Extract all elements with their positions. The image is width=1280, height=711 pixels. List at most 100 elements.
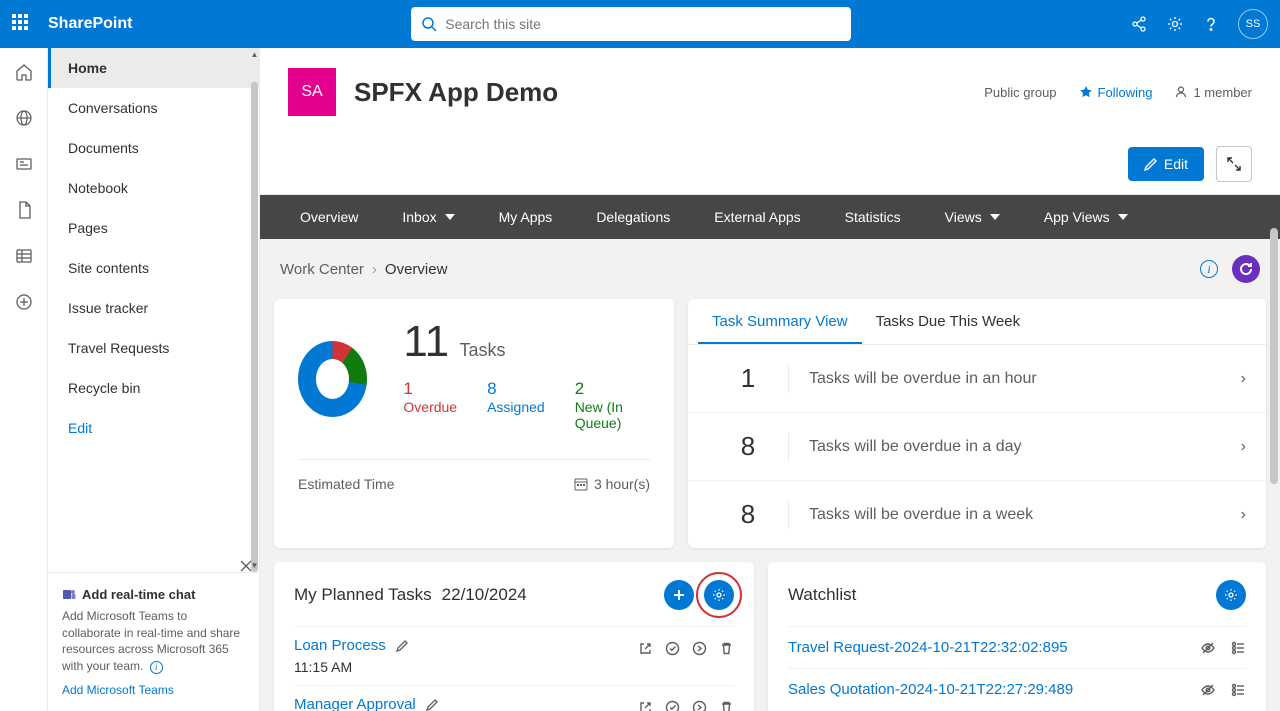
info-icon[interactable]: i xyxy=(150,661,163,674)
edit-button[interactable]: Edit xyxy=(1128,147,1204,181)
tab-due-this-week[interactable]: Tasks Due This Week xyxy=(862,299,1035,344)
avatar[interactable]: SS xyxy=(1238,9,1268,39)
stat-new[interactable]: 2New (In Queue) xyxy=(575,379,650,431)
nav-pages[interactable]: Pages xyxy=(48,208,259,248)
chevron-down-icon xyxy=(990,214,1000,220)
task-actions xyxy=(638,641,734,656)
open-external-icon[interactable] xyxy=(638,700,653,711)
watchlist-item[interactable]: Sales Quotation-2024-10-21T22:27:29:489 xyxy=(788,681,1200,698)
details-icon[interactable] xyxy=(1230,682,1246,698)
tab-my-apps[interactable]: My Apps xyxy=(477,195,575,239)
tab-app-views[interactable]: App Views xyxy=(1022,195,1150,239)
chevron-down-icon xyxy=(445,214,455,220)
content-area: SA SPFX App Demo Public group Following … xyxy=(260,48,1280,711)
stat-assigned[interactable]: 8Assigned xyxy=(487,379,545,431)
stat-overdue[interactable]: 1Overdue xyxy=(403,379,457,431)
pencil-icon[interactable] xyxy=(426,698,439,711)
app-launcher-icon[interactable] xyxy=(12,14,32,34)
tab-delegations[interactable]: Delegations xyxy=(574,195,692,239)
summary-text: Tasks will be overdue in a day xyxy=(809,438,1241,456)
nav-documents[interactable]: Documents xyxy=(48,128,259,168)
list-icon[interactable] xyxy=(14,246,34,266)
total-tasks-label: Tasks xyxy=(460,340,506,360)
fullscreen-icon[interactable] xyxy=(1216,146,1252,182)
arrow-circle-icon[interactable] xyxy=(692,700,707,711)
summary-row[interactable]: 8 Tasks will be overdue in a day › xyxy=(688,413,1266,481)
check-circle-icon[interactable] xyxy=(665,641,680,656)
breadcrumb-current: Overview xyxy=(385,261,448,278)
realtime-title: Add real-time chat xyxy=(62,587,245,602)
nav-site-contents[interactable]: Site contents xyxy=(48,248,259,288)
nav-issue-tracker[interactable]: Issue tracker xyxy=(48,288,259,328)
nav-conversations[interactable]: Conversations xyxy=(48,88,259,128)
members-button[interactable]: 1 member xyxy=(1174,85,1252,100)
arrow-circle-icon[interactable] xyxy=(692,641,707,656)
tab-views[interactable]: Views xyxy=(923,195,1022,239)
unwatch-icon[interactable] xyxy=(1200,682,1216,698)
estimated-time-value: 3 hour(s) xyxy=(574,476,650,492)
scroll-up-icon[interactable]: ▲ xyxy=(250,50,259,59)
open-external-icon[interactable] xyxy=(638,641,653,656)
task-name[interactable]: Manager Approval xyxy=(294,696,439,711)
watchlist-title: Watchlist xyxy=(788,585,856,605)
site-title: SPFX App Demo xyxy=(354,77,558,108)
nav-edit[interactable]: Edit xyxy=(48,408,259,448)
trash-icon[interactable] xyxy=(719,641,734,656)
tab-inbox[interactable]: Inbox xyxy=(380,195,476,239)
news-icon[interactable] xyxy=(14,154,34,174)
search-box[interactable] xyxy=(411,7,851,41)
realtime-link[interactable]: Add Microsoft Teams xyxy=(62,683,245,697)
chevron-down-icon xyxy=(1118,214,1128,220)
scroll-thumb[interactable] xyxy=(251,82,258,572)
nav-notebook[interactable]: Notebook xyxy=(48,168,259,208)
settings-icon[interactable] xyxy=(1166,15,1184,33)
close-icon[interactable] xyxy=(239,559,253,573)
pencil-icon[interactable] xyxy=(396,639,409,652)
summary-count: 8 xyxy=(708,431,788,462)
add-task-button[interactable] xyxy=(664,580,694,610)
task-row: Loan Process 11:15 AM xyxy=(294,626,734,685)
check-circle-icon[interactable] xyxy=(665,700,680,711)
summary-row[interactable]: 1 Tasks will be overdue in an hour › xyxy=(688,345,1266,413)
help-icon[interactable] xyxy=(1202,15,1220,33)
task-time: 11:15 AM xyxy=(294,659,638,675)
share-icon[interactable] xyxy=(1130,15,1148,33)
realtime-desc: Add Microsoft Teams to collaborate in re… xyxy=(62,608,245,675)
nav-recycle-bin[interactable]: Recycle bin xyxy=(48,368,259,408)
file-icon[interactable] xyxy=(14,200,34,220)
planned-date: 22/10/2024 xyxy=(442,585,527,605)
content-scroll-thumb[interactable] xyxy=(1270,228,1278,484)
reload-button[interactable] xyxy=(1232,255,1260,283)
breadcrumb-root[interactable]: Work Center xyxy=(280,261,364,278)
tab-overview[interactable]: Overview xyxy=(278,195,380,239)
tab-task-summary[interactable]: Task Summary View xyxy=(698,299,862,344)
globe-icon[interactable] xyxy=(14,108,34,128)
watchlist-settings-button[interactable] xyxy=(1216,580,1246,610)
chevron-right-icon: › xyxy=(1241,438,1246,456)
nav-home[interactable]: Home xyxy=(48,48,259,88)
add-icon[interactable] xyxy=(14,292,34,312)
summary-tabset: Task Summary View Tasks Due This Week xyxy=(688,299,1266,345)
brand-name: SharePoint xyxy=(48,15,132,33)
tab-external-apps[interactable]: External Apps xyxy=(692,195,822,239)
home-icon[interactable] xyxy=(14,62,34,82)
summary-row[interactable]: 8 Tasks will be overdue in a week › xyxy=(688,481,1266,548)
unwatch-icon[interactable] xyxy=(1200,640,1216,656)
search-wrap xyxy=(132,7,1130,41)
pencil-icon xyxy=(1144,157,1158,171)
details-icon[interactable] xyxy=(1230,640,1246,656)
info-icon[interactable]: i xyxy=(1200,260,1218,278)
following-button[interactable]: Following xyxy=(1079,85,1153,100)
nav-travel-requests[interactable]: Travel Requests xyxy=(48,328,259,368)
planned-settings-button[interactable] xyxy=(704,580,734,610)
site-nav-column: Home Conversations Documents Notebook Pa… xyxy=(48,48,260,711)
task-name[interactable]: Loan Process xyxy=(294,637,409,654)
search-input[interactable] xyxy=(445,16,841,32)
watchlist-item[interactable]: Travel Request-2024-10-21T22:32:02:895 xyxy=(788,639,1200,656)
chevron-right-icon: › xyxy=(1241,370,1246,388)
tab-statistics[interactable]: Statistics xyxy=(823,195,923,239)
suite-actions: SS xyxy=(1130,9,1268,39)
estimated-time-label: Estimated Time xyxy=(298,476,394,492)
watchlist-row: Sales Quotation-2024-10-21T22:27:29:489 xyxy=(788,668,1246,710)
trash-icon[interactable] xyxy=(719,700,734,711)
